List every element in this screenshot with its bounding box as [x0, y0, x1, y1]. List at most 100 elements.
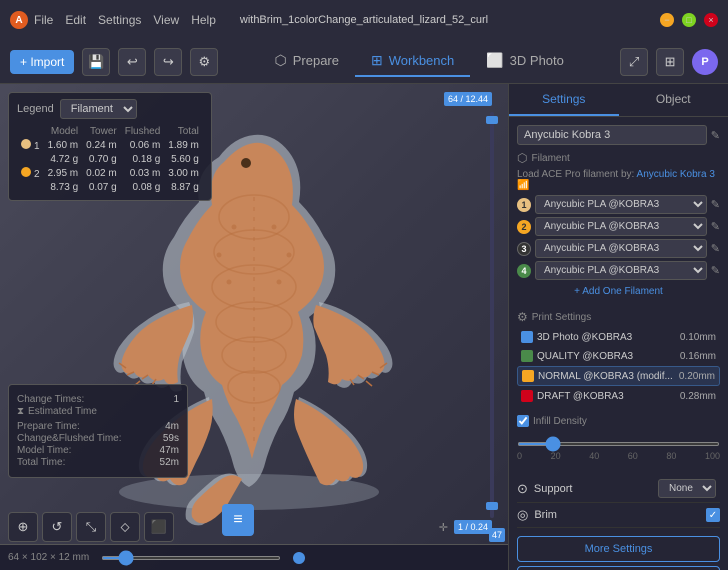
import-button[interactable]: + Import [10, 50, 74, 74]
window-controls[interactable]: − □ × [660, 13, 718, 27]
filament-row-2: 2 Anycubic PLA @KOBRA3 ✎ [517, 217, 720, 236]
main-content: Legend Filament Model Tower Flushed Tota… [0, 84, 728, 570]
view-cube[interactable]: ⬛ [144, 512, 174, 542]
layer-slider-bottom-thumb[interactable] [486, 502, 498, 510]
filament-num-3: 3 [517, 242, 531, 256]
col-header-model-val: Model [44, 125, 83, 138]
more-settings-button[interactable]: More Settings [517, 536, 720, 562]
titlebar: A File Edit Settings View Help withBrim_… [0, 0, 728, 40]
3dphoto-icon: ⬜ [486, 52, 503, 69]
menu-edit[interactable]: Edit [65, 13, 86, 27]
change-times-row: Change Times: 1 [17, 394, 179, 405]
layers-icon[interactable]: ≡ [222, 504, 254, 536]
settings-button[interactable]: ⚙ [190, 48, 218, 76]
filament-edit-2[interactable]: ✎ [711, 220, 720, 233]
support-row: ⊙ Support None [517, 475, 720, 503]
undo-button[interactable]: ↩ [118, 48, 146, 76]
cell: 0.18 g [121, 153, 165, 166]
ace-link[interactable]: Anycubic Kobra 3 [637, 169, 715, 180]
add-filament-button[interactable]: + Add One Filament [517, 283, 720, 300]
filament-edit-1[interactable]: ✎ [711, 198, 720, 211]
redo-button[interactable]: ↪ [154, 48, 182, 76]
col-header-model [17, 125, 44, 138]
cell: 0.03 m [121, 166, 165, 181]
save-button[interactable]: 💾 [82, 48, 110, 76]
cell: 0.02 m [82, 166, 121, 181]
cell: 8.87 g [164, 181, 203, 194]
layers-fab-button[interactable]: ≡ [222, 504, 254, 536]
cell: 0.06 m [121, 138, 165, 153]
tab-3dphoto[interactable]: ⬜ 3D Photo [470, 46, 580, 77]
cell: 3.00 m [164, 166, 203, 181]
scale-tool[interactable]: ⤡ [76, 512, 106, 542]
menu-file[interactable]: File [34, 13, 53, 27]
ps-icon-orange [522, 370, 534, 382]
filament-edit-3[interactable]: ✎ [711, 242, 720, 255]
print-setting-normal[interactable]: NORMAL @KOBRA3 (modif... 0.20mm [517, 366, 720, 386]
tab-settings[interactable]: Settings [509, 84, 619, 116]
infill-label: Infill Density [517, 415, 720, 427]
window-title: withBrim_1colorChange_articulated_lizard… [240, 14, 488, 26]
grid-button[interactable]: ⊞ [656, 48, 684, 76]
legend-table: Model Tower Flushed Total 1 1.60 m 0.24 … [17, 125, 203, 194]
print-setting-quality[interactable]: QUALITY @KOBRA3 0.16mm [517, 347, 720, 365]
move-tool[interactable]: ⊕ [8, 512, 38, 542]
printer-dropdown-row: Anycubic Kobra 3 ✎ [517, 125, 720, 145]
infill-slider[interactable] [517, 442, 720, 446]
brim-label: ◎ Brim [517, 507, 706, 523]
filament-select-2[interactable]: Anycubic PLA @KOBRA3 [535, 217, 707, 236]
layer-slider-top-thumb[interactable] [486, 116, 498, 124]
infill-checkbox[interactable] [517, 415, 529, 427]
rotate-tool[interactable]: ↺ [42, 512, 72, 542]
minimize-button[interactable]: − [660, 13, 674, 27]
cell: 0.08 g [121, 181, 165, 194]
cell: 4.72 g [44, 153, 83, 166]
filament-edit-4[interactable]: ✎ [711, 264, 720, 277]
tab-prepare[interactable]: ⬡ Prepare [259, 46, 355, 77]
menu-view[interactable]: View [153, 13, 179, 27]
return-editor-button[interactable]: Return Editor [517, 566, 720, 570]
toolbar: + Import 💾 ↩ ↪ ⚙ ⬡ Prepare ⊞ Workbench ⬜… [0, 40, 728, 84]
filament-icon: ⬡ [517, 151, 527, 165]
zoom-slider[interactable] [101, 556, 281, 560]
user-avatar[interactable]: P [692, 49, 718, 75]
filament-row-4: 4 Anycubic PLA @KOBRA3 ✎ [517, 261, 720, 280]
print-setting-draft[interactable]: DRAFT @KOBRA3 0.28mm [517, 387, 720, 405]
filament-section: ⬡ Filament Load ACE Pro filament by: Any… [517, 151, 720, 300]
ps-icon-green [521, 350, 533, 362]
filament-select-1[interactable]: Anycubic PLA @KOBRA3 [535, 195, 707, 214]
brim-checkbox[interactable]: ✓ [706, 508, 720, 522]
menu-settings[interactable]: Settings [98, 13, 141, 27]
ace-wifi-icon: 📶 [517, 180, 529, 191]
menu-help[interactable]: Help [191, 13, 216, 27]
time-row: Prepare Time: 4m [17, 421, 179, 432]
titlebar-left: A File Edit Settings View Help [10, 11, 216, 29]
maximize-button[interactable]: □ [682, 13, 696, 27]
col-header-tower: Tower [82, 125, 121, 138]
print-settings-section: ⚙ Print Settings 3D Photo @KOBRA3 0.10mm… [517, 310, 720, 405]
close-button[interactable]: × [704, 13, 718, 27]
col-header-flushed: Flushed [121, 125, 165, 138]
cell: 5.60 g [164, 153, 203, 166]
hourglass-icon: ⧗ [17, 406, 24, 417]
printer-dropdown[interactable]: Anycubic Kobra 3 [517, 125, 707, 145]
right-panel: Settings Object Anycubic Kobra 3 ✎ ⬡ Fil… [508, 84, 728, 570]
legend-panel: Legend Filament Model Tower Flushed Tota… [8, 92, 212, 201]
filament-select-3[interactable]: Anycubic PLA @KOBRA3 [535, 239, 707, 258]
print-setting-3dphoto[interactable]: 3D Photo @KOBRA3 0.10mm [517, 328, 720, 346]
tab-object[interactable]: Object [619, 84, 728, 116]
fullscreen-button[interactable]: ⤢ [620, 48, 648, 76]
settings-gear-icon: ⚙ [517, 310, 528, 324]
legend-dropdown[interactable]: Filament [60, 99, 137, 119]
mirror-tool[interactable]: ⬦ [110, 512, 140, 542]
printer-edit-icon[interactable]: ✎ [711, 129, 720, 142]
layer-slider-track [490, 112, 494, 518]
support-dropdown[interactable]: None [658, 479, 716, 498]
layer-bottom-indicator: 1 / 0.24 [454, 520, 492, 534]
print-settings-label: ⚙ Print Settings [517, 310, 720, 324]
viewport[interactable]: Legend Filament Model Tower Flushed Tota… [0, 84, 508, 570]
tab-workbench[interactable]: ⊞ Workbench [355, 46, 470, 77]
infill-ticks: 0 20 40 60 80 100 [517, 451, 720, 461]
filament-select-4[interactable]: Anycubic PLA @KOBRA3 [535, 261, 707, 280]
layer-slider[interactable] [484, 112, 500, 518]
